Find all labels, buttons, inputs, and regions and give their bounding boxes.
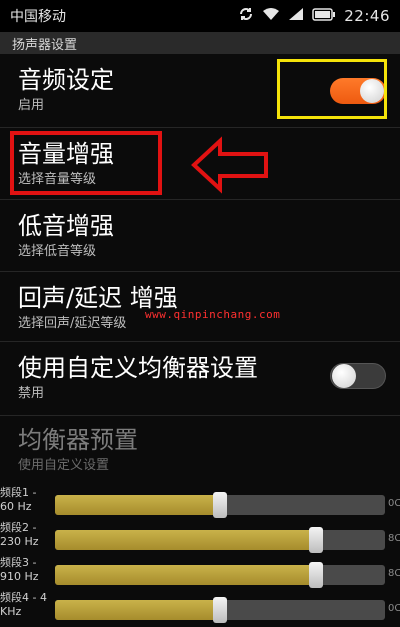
eq-band: 频段3 - 910 Hz 8C: [0, 556, 400, 592]
band-max-label: 8C: [388, 533, 400, 544]
status-bar: 中国移动 22:46: [0, 0, 400, 32]
slider-thumb[interactable]: [213, 597, 227, 623]
band-label: 频段2 - 230 Hz: [0, 521, 54, 549]
slider-fill: [55, 600, 220, 620]
arrow-left-icon: [191, 136, 268, 194]
slider-thumb[interactable]: [308, 562, 323, 588]
band-label: 频段3 - 910 Hz: [0, 556, 54, 584]
setting-bass-boost[interactable]: 低音增强 选择低音等级: [0, 200, 400, 272]
eq-band: 频段2 - 230 Hz 8C: [0, 521, 400, 557]
band-label-line2: 910 Hz: [0, 570, 39, 583]
band-max-label: 8C: [388, 568, 400, 579]
watermark: www.qinpinchang.com: [145, 308, 281, 321]
band-label-line1: 频段2 -: [0, 521, 37, 534]
band-label-line1: 频段3 -: [0, 556, 37, 569]
highlight-box-red: [10, 131, 162, 195]
band-label-line1: 频段1 -: [0, 486, 37, 499]
custom-eq-toggle[interactable]: [330, 363, 386, 389]
band-label-line1: 频段4 - 4: [0, 591, 47, 604]
setting-subtitle: 使用自定义设置: [18, 458, 110, 473]
setting-title: 均衡器预置: [18, 426, 138, 454]
toggle-knob: [332, 364, 356, 388]
setting-subtitle: 选择低音等级: [18, 244, 97, 259]
setting-echo-delay[interactable]: 回声/延迟 增强 选择回声/延迟等级: [0, 272, 400, 342]
eq-band: 频段4 - 4 KHz 0C: [0, 591, 400, 627]
carrier-label: 中国移动: [10, 9, 66, 25]
eq-band: 频段1 - 60 Hz 0C: [0, 486, 400, 522]
band-slider[interactable]: [55, 562, 385, 588]
band-label-line2: 230 Hz: [0, 535, 39, 548]
slider-fill: [55, 530, 316, 550]
clock: 22:46: [344, 7, 390, 25]
setting-title: 低音增强: [18, 212, 114, 240]
band-label: 频段4 - 4 KHz: [0, 591, 54, 619]
wifi-icon: [262, 7, 280, 25]
band-max-label: 0C: [388, 498, 400, 509]
band-slider[interactable]: [55, 527, 385, 553]
band-label: 频段1 - 60 Hz: [0, 486, 54, 514]
highlight-box-yellow: [277, 59, 387, 119]
slider-fill: [55, 565, 316, 585]
signal-icon: [288, 7, 304, 25]
band-slider[interactable]: [55, 597, 385, 623]
band-max-label: 0C: [388, 603, 400, 614]
slider-fill: [55, 495, 220, 515]
section-header: 扬声器设置: [0, 32, 400, 54]
band-label-line2: KHz: [0, 605, 22, 618]
setting-eq-preset: 均衡器预置 使用自定义设置: [0, 416, 400, 484]
battery-icon: [312, 7, 336, 25]
slider-thumb[interactable]: [308, 527, 323, 553]
sync-icon: [238, 6, 254, 26]
slider-thumb[interactable]: [213, 492, 227, 518]
band-label-line2: 60 Hz: [0, 500, 32, 513]
status-icons: 22:46: [238, 6, 390, 26]
band-slider[interactable]: [55, 492, 385, 518]
